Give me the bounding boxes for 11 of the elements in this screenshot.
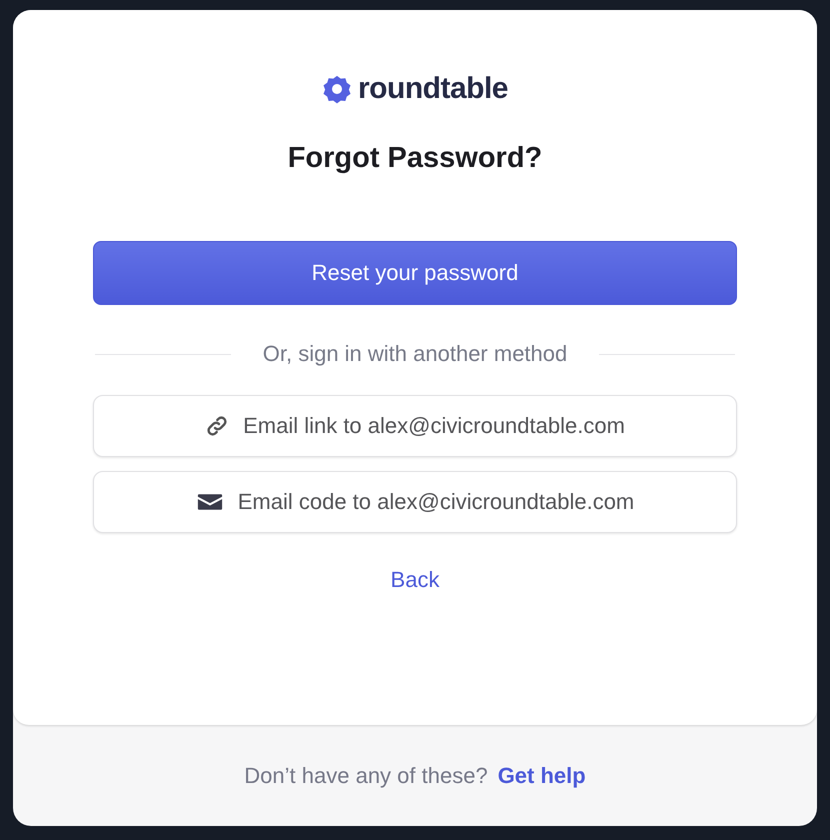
back-link[interactable]: Back [390, 567, 440, 593]
get-help-link[interactable]: Get help [498, 762, 586, 788]
gear-logo-icon [322, 74, 352, 104]
page-title: Forgot Password? [288, 142, 542, 175]
sign-in-method-button[interactable]: Email link to alex@civicroundtable.com [93, 395, 737, 457]
reset-password-button[interactable]: Reset your password [93, 241, 737, 305]
divider-text: Or, sign in with another method [262, 341, 568, 367]
logo-wordmark: roundtable [358, 72, 508, 106]
footer-text: Don’t have any of these? [244, 762, 488, 788]
link-icon [205, 414, 230, 438]
sign-in-method-button[interactable]: Email code to alex@civicroundtable.com [93, 471, 737, 533]
